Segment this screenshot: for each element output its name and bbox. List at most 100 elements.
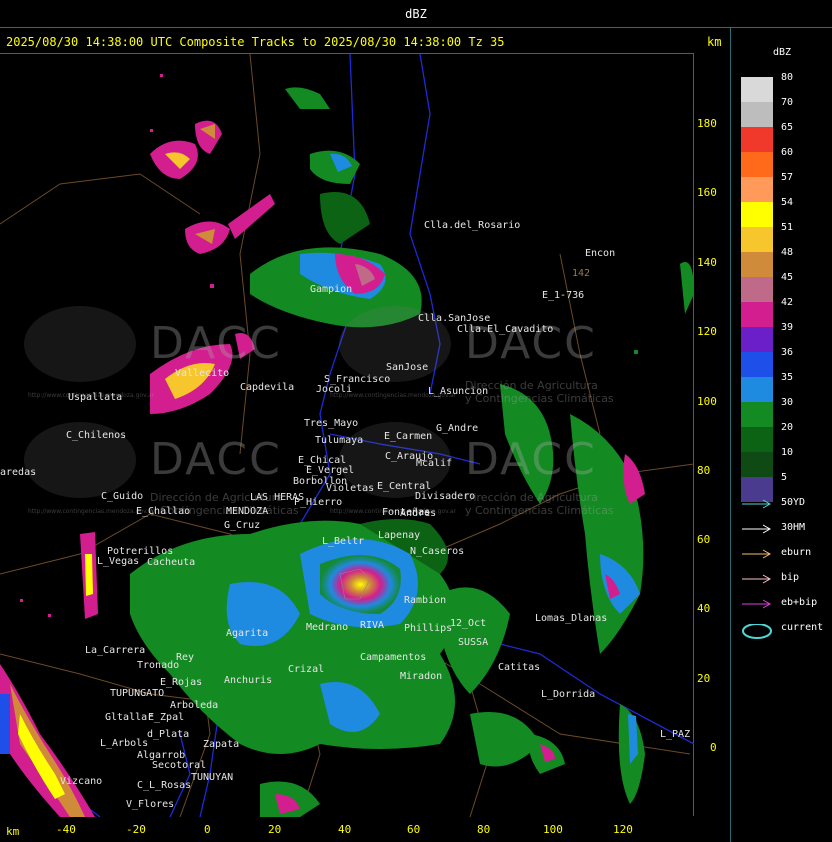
scale-swatch [741, 327, 773, 352]
y-tick: 80 [697, 464, 711, 477]
scale-swatch [741, 302, 773, 327]
scale-swatch [741, 152, 773, 177]
scale-label: 20 [781, 422, 794, 433]
scale-swatch [741, 102, 773, 127]
scale-label: 45 [781, 272, 794, 283]
place-label: Zapata [203, 739, 240, 750]
scale-swatch [741, 427, 773, 452]
place-label: L_Asuncion [428, 386, 489, 397]
place-label: Secotoral [152, 760, 207, 771]
place-label: aredas [0, 467, 37, 478]
place-label: Divisadero [415, 491, 476, 502]
scale-swatch [741, 252, 773, 277]
track-legend-label: eburn [781, 547, 812, 558]
place-label: Clla.SanJose [418, 313, 491, 324]
place-label: Jocoli [316, 384, 353, 395]
y-tick: 180 [697, 117, 717, 130]
scale-swatch [741, 352, 773, 377]
scale-label: 70 [781, 97, 794, 108]
place-label: Vizcano [60, 776, 103, 787]
y-tick: 60 [697, 533, 711, 546]
place-label: Violetas [326, 483, 375, 494]
scale-label: 57 [781, 172, 794, 183]
place-label: C_Chilenos [66, 430, 127, 441]
watermark-logo: DACC [150, 318, 282, 369]
place-label: E_Rojas [160, 677, 203, 688]
place-label: Gltallar [105, 712, 154, 723]
legend-panel: dBZ 50YD 30HM eburn bip eb+bip current 80 70 65… [730, 27, 832, 842]
place-label: SUSSA [458, 637, 489, 648]
arrow-icon [742, 524, 772, 534]
scale-label: 39 [781, 322, 794, 333]
scale-label: 35 [781, 372, 794, 383]
place-label: Encon [585, 248, 616, 259]
place-label: E_1-736 [542, 290, 585, 301]
watermark-logo: DACC [465, 434, 597, 485]
place-label: Anchuris [224, 675, 273, 686]
window-title: dBZ [405, 7, 427, 21]
place-label: Lapenay [378, 530, 421, 541]
y-tick: 140 [697, 256, 717, 269]
y-tick: 100 [697, 395, 717, 408]
x-tick: 40 [338, 823, 352, 836]
place-label: L_Beltr [322, 536, 365, 547]
place-label: P_Hierro [294, 497, 343, 508]
watermark-logo: DACC [150, 434, 282, 485]
place-label: Crizal [288, 664, 325, 675]
x-axis-unit: km [6, 825, 20, 838]
place-label: Arboleda [170, 700, 219, 711]
place-label: Cacheuta [147, 557, 196, 568]
ellipse-icon [742, 624, 772, 639]
scale-swatch [741, 127, 773, 152]
scale-label: 48 [781, 247, 794, 258]
scale-label: 65 [781, 122, 794, 133]
scale-swatch [741, 402, 773, 427]
x-tick: -20 [126, 823, 146, 836]
scale-swatch [741, 452, 773, 477]
place-label: Rambion [404, 595, 447, 606]
place-label: E_Vergel [306, 465, 355, 476]
place-label: d_Plata [147, 729, 190, 740]
title-bar: dBZ [0, 0, 832, 28]
x-tick: 0 [204, 823, 211, 836]
track-legend-label: bip [781, 572, 800, 583]
place-label: C_L_Rosas [137, 780, 192, 791]
scale-swatch [741, 202, 773, 227]
place-label: V_Flores [126, 799, 175, 810]
place-label: TUPUNGATO [110, 688, 165, 699]
arrow-icon [742, 549, 772, 559]
place-label: L_PAZ [660, 729, 691, 740]
place-label: Algarrob [137, 750, 186, 761]
place-label: Miradon [400, 671, 443, 682]
arrow-icon [742, 599, 772, 609]
place-label: MENDOZA [226, 506, 269, 517]
place-label: Clla.del_Rosario [424, 220, 521, 231]
place-label: 12_Oct [450, 618, 487, 629]
place-label: Andres [400, 508, 437, 519]
arrow-icon [742, 574, 772, 584]
y-tick: 20 [697, 672, 711, 685]
x-tick: 120 [613, 823, 633, 836]
timestamp-caption: 2025/08/30 14:38:00 UTC Composite Tracks… [6, 35, 505, 49]
y-tick: 40 [697, 602, 711, 615]
place-label: Agarita [226, 628, 269, 639]
place-label: SanJose [386, 362, 429, 373]
scale-swatch [741, 377, 773, 402]
scale-label: 51 [781, 222, 794, 233]
x-tick: 80 [477, 823, 491, 836]
place-label: Tres_Mayo [304, 418, 359, 429]
scale-swatch [741, 177, 773, 202]
place-label: Catitas [498, 662, 541, 673]
arrow-icon [742, 499, 772, 509]
place-label: Clla.El_Cavadito [457, 324, 554, 335]
scale-label: 30 [781, 397, 794, 408]
place-label: Mcalif [416, 458, 453, 469]
place-label: Tulumaya [315, 435, 364, 446]
y-tick: 120 [697, 325, 717, 338]
place-label: G_Andre [436, 423, 479, 434]
scale-label: 36 [781, 347, 794, 358]
scale-swatch [741, 77, 773, 102]
place-label: L_Arbols [100, 738, 149, 749]
scale-swatch [741, 277, 773, 302]
scale-label: 10 [781, 447, 794, 458]
